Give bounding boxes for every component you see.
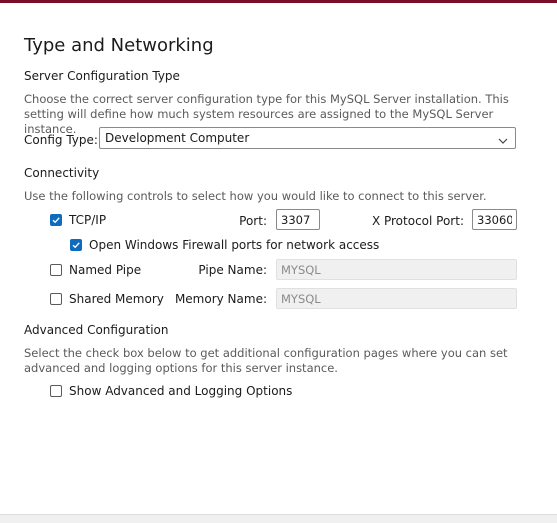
show-advanced-checkbox[interactable] <box>50 385 62 397</box>
memory-name-input[interactable] <box>276 288 517 309</box>
named-pipe-checkbox[interactable] <box>50 264 62 276</box>
checkmark-icon <box>52 217 60 224</box>
connectivity-description: Use the following controls to select how… <box>24 189 487 203</box>
page-title: Type and Networking <box>24 35 214 56</box>
config-type-select[interactable]: Development Computer <box>99 127 516 149</box>
connectivity-heading: Connectivity <box>24 166 100 180</box>
tcpip-checkbox[interactable] <box>50 214 62 226</box>
window-accent-bar <box>0 0 557 3</box>
shared-memory-checkbox[interactable] <box>50 293 62 305</box>
x-protocol-port-input[interactable] <box>472 209 517 230</box>
port-label: Port: <box>239 214 267 228</box>
pipe-name-label: Pipe Name: <box>198 263 267 277</box>
advanced-config-description: Select the check box below to get additi… <box>24 346 508 375</box>
firewall-checkbox[interactable] <box>70 239 82 251</box>
show-advanced-label: Show Advanced and Logging Options <box>69 384 293 398</box>
named-pipe-label: Named Pipe <box>69 263 142 277</box>
config-type-value: Development Computer <box>105 131 250 145</box>
shared-memory-label: Shared Memory <box>69 292 164 306</box>
port-input[interactable] <box>276 209 320 230</box>
firewall-label: Open Windows Firewall ports for network … <box>89 238 380 252</box>
tcpip-label: TCP/IP <box>69 213 107 227</box>
config-type-label: Config Type: <box>24 133 98 147</box>
x-protocol-port-label: X Protocol Port: <box>371 214 464 228</box>
chevron-down-icon <box>497 132 509 144</box>
checkmark-icon <box>72 242 80 249</box>
memory-name-label: Memory Name: <box>174 292 267 306</box>
advanced-config-heading: Advanced Configuration <box>24 323 169 337</box>
pipe-name-input[interactable] <box>276 259 517 280</box>
server-config-heading: Server Configuration Type <box>24 69 180 83</box>
